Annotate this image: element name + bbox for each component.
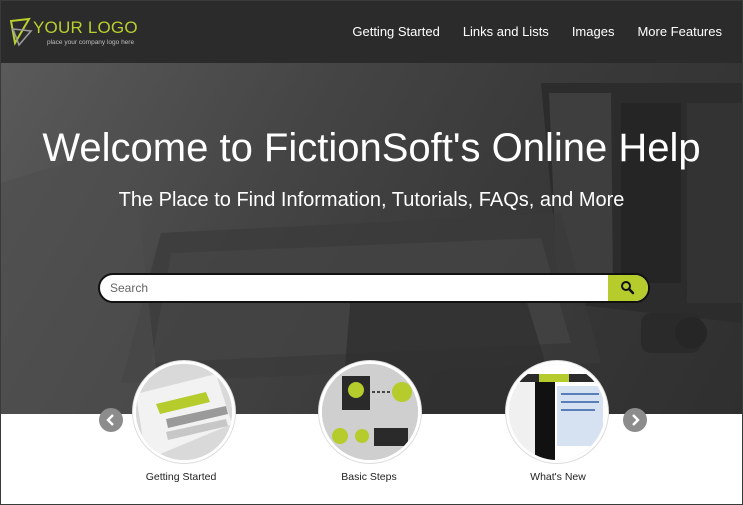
logo-tagline: place your company logo here [47, 39, 135, 46]
carousel-label-basic-steps[interactable]: Basic Steps [289, 471, 449, 483]
carousel-label-whats-new[interactable]: What's New [478, 471, 638, 483]
carousel-thumb-basic-steps[interactable] [319, 361, 421, 463]
search-input[interactable] [100, 275, 616, 301]
basic-steps-thumbnail-image [322, 364, 418, 460]
company-logo[interactable]: YOUR LOGO place your company logo here [9, 15, 159, 51]
carousel-thumb-whats-new[interactable] [506, 361, 608, 463]
nav-getting-started[interactable]: Getting Started [352, 24, 439, 39]
carousel-thumb-getting-started[interactable] [133, 361, 235, 463]
logo-mark-icon [9, 17, 33, 47]
nav-more-features[interactable]: More Features [637, 24, 722, 39]
carousel-next-button[interactable] [623, 408, 647, 432]
hero-title: Welcome to FictionSoft's Online Help [42, 126, 701, 170]
search-button[interactable] [608, 275, 648, 301]
carousel-label-getting-started[interactable]: Getting Started [101, 471, 261, 483]
carousel-prev-button[interactable] [99, 408, 123, 432]
whats-new-thumbnail-image [509, 364, 605, 460]
nav-links-and-lists[interactable]: Links and Lists [463, 24, 549, 39]
logo-text: YOUR LOGO [33, 18, 138, 37]
chevron-right-icon [632, 414, 640, 426]
hero-subtitle: The Place to Find Information, Tutorials… [118, 189, 625, 211]
header: YOUR LOGO place your company logo here G… [1, 1, 742, 63]
main-nav: Getting Started Links and Lists Images M… [329, 24, 722, 39]
page: YOUR LOGO place your company logo here G… [0, 0, 743, 505]
nav-images[interactable]: Images [572, 24, 615, 39]
search-icon [621, 281, 635, 295]
search-bar [98, 273, 650, 303]
getting-started-thumbnail-image [136, 364, 232, 460]
chevron-left-icon [106, 414, 114, 426]
